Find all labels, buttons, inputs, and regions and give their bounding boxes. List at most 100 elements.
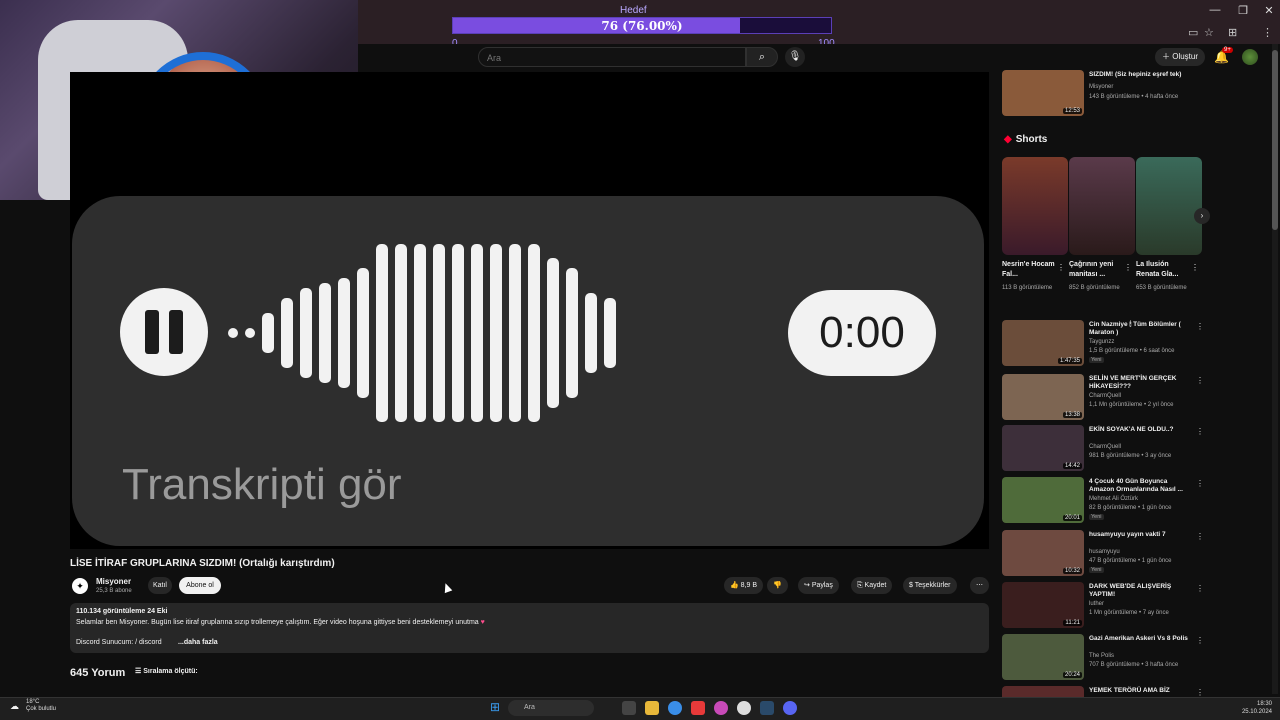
video-meta: 981 B görüntüleme • 3 ay önce [1089,453,1172,459]
shorts-icon: ◆ [1004,134,1012,145]
task-view-icon[interactable] [622,701,636,715]
search-button[interactable]: ⌕ [746,47,778,67]
bookmark-star-icon[interactable]: ☆ [1204,26,1214,39]
kebab-icon[interactable]: ⋮ [1191,263,1199,272]
maximize-icon[interactable]: ❐ [1234,4,1252,17]
kebab-icon[interactable]: ⋮ [1196,636,1204,645]
short-title[interactable]: La Ilusión Renata Gla... [1136,260,1192,280]
kebab-icon[interactable]: ⋮ [1196,322,1204,331]
voice-search-button[interactable]: 🎙 [785,47,805,67]
taskbar-search[interactable]: Ara [508,700,594,716]
subscribe-button[interactable]: Abone ol [179,577,221,594]
short-views: 653 B görüntüleme [1136,285,1187,291]
chrome-icon[interactable] [668,701,682,715]
waveform-bar [528,244,540,422]
waveform-bar [452,244,464,422]
thumbs-up-icon: 👍 [730,582,741,589]
share-button[interactable]: ↪ Paylaş [798,577,839,594]
pause-icon-bar-right [169,310,183,354]
related-video[interactable]: 10:32 husamyuyu yayın vakti 7 husamyuyu 47 … [1002,530,1204,576]
related-video[interactable]: YEMEK TERÖRÜ AMA BİZ ⋮ [1002,686,1202,697]
plus-icon: ＋ [1161,52,1173,61]
page-scrollbar[interactable] [1272,44,1278,694]
install-icon[interactable]: ▭ [1188,26,1198,39]
youtube-icon[interactable] [691,701,705,715]
share-label: Paylaş [811,582,833,589]
system-clock[interactable]: 18:30 25.10.2024 [1236,700,1272,716]
chevron-right-icon[interactable]: › [1194,208,1210,224]
kebab-icon[interactable]: ⋮ [1196,532,1204,541]
video-thumbnail: 1:47:35 [1002,320,1084,366]
windows-start-icon[interactable]: ⊞ [490,700,500,714]
like-button[interactable]: 👍 8,9 B [724,577,764,594]
scrollbar-thumb[interactable] [1272,50,1278,230]
kebab-icon[interactable]: ⋮ [1124,263,1132,272]
related-video[interactable]: 13:38 SELİN VE MERT'İN GERÇEK HİKAYESİ???… [1002,374,1204,420]
dislike-button[interactable]: 👎 [767,577,788,594]
video-meta: 143 B görüntüleme • 4 hafta önce [1089,94,1179,100]
video-title: Gazi Amerikan Askeri Vs 8 Polis [1089,635,1188,642]
extensions-icon[interactable]: ⊞ [1228,26,1237,39]
related-video[interactable]: 14:42 EKİN SOYAK'A NE OLDU..? CharmQuell 98… [1002,425,1204,471]
clock-date: 25.10.2024 [1241,709,1272,715]
save-button[interactable]: ⎘ Kaydet [851,577,893,594]
weather-temp: 18°C [26,699,40,705]
sort-comments-button[interactable]: ☰ Sıralama ölçütü: [135,667,198,675]
minimize-icon[interactable]: — [1206,4,1224,16]
show-more-link[interactable]: ...daha fazla [178,639,218,646]
short-title[interactable]: Çağrının yeni manitası ... [1069,260,1125,280]
more-actions-button[interactable]: ⋯ [970,577,989,594]
thanks-button[interactable]: $ Teşekkürler [903,577,957,594]
kebab-icon[interactable]: ⋮ [1196,427,1204,436]
obs-icon[interactable] [737,701,751,715]
kebab-icon[interactable]: ⋮ [1057,263,1065,272]
more-horizontal-icon: ⋯ [976,582,983,589]
search-box[interactable] [478,47,746,67]
kebab-icon[interactable]: ⋮ [1196,479,1204,488]
discord-line: Discord Sunucum: / discord [76,639,162,646]
related-video[interactable]: 11:21 DARK WEB'DE ALIŞVERİŞ YAPTIM! luther… [1002,582,1204,628]
video-duration: 10:32 [1062,568,1082,574]
waveform-bar [319,283,331,383]
channel-name: The Polis [1089,653,1115,659]
discord-icon[interactable] [783,701,797,715]
short-views: 113 B görüntüleme [1002,285,1053,291]
waveform-bar [357,268,369,398]
short-title[interactable]: Nesrin'e Hocam Fal... [1002,260,1058,280]
menu-kebab-icon[interactable]: ⋮ [1262,26,1273,39]
pause-button[interactable] [120,288,208,376]
kebab-icon[interactable]: ⋮ [1196,688,1202,697]
short-thumbnail[interactable] [1136,157,1202,255]
related-video[interactable]: 20:24 Gazi Amerikan Askeri Vs 8 Polis The … [1002,634,1204,680]
waveform-bar [281,298,293,368]
video-thumbnail: 14:42 [1002,425,1084,471]
waveform-bar [300,288,312,378]
video-title: SIZDIM! (Siz hepiniz eşref tek) [1089,71,1182,78]
channel-name: Misyoner [1089,84,1114,90]
related-video-top[interactable]: 12:53 SIZDIM! (Siz hepiniz eşref tek) Mi… [1002,70,1202,116]
new-badge: Yeni [1089,357,1104,363]
related-video[interactable]: 1:47:35 Cin Nazmiye 🕯 Tüm Bölümler ( Mara… [1002,320,1204,366]
weather-widget[interactable]: 18°C Çok bulutlu [26,699,56,713]
create-button[interactable]: ＋ Oluştur [1155,48,1205,66]
related-video[interactable]: 20:01 4 Çocuk 40 Gün Boyunca Amazon Orman… [1002,477,1204,523]
file-explorer-icon[interactable] [645,701,659,715]
user-avatar[interactable] [1242,49,1258,65]
kebab-icon[interactable]: ⋮ [1196,376,1204,385]
channel-name[interactable]: Misyoner [96,577,131,586]
transcript-link: Transkripti gör [122,460,402,509]
video-thumbnail: 20:24 [1002,634,1084,680]
search-input[interactable] [479,49,745,67]
channel-avatar[interactable]: ✦ [72,578,88,594]
short-thumbnail[interactable] [1069,157,1135,255]
video-title: DARK WEB'DE ALIŞVERİŞ YAPTIM! [1089,583,1172,598]
clock-time: 18:30 [1256,701,1272,707]
video-thumbnail [1002,686,1084,697]
short-thumbnail[interactable] [1002,157,1068,255]
app-icon[interactable] [714,701,728,715]
kebab-icon[interactable]: ⋮ [1196,584,1204,593]
steam-icon[interactable] [760,701,774,715]
close-icon[interactable]: ✕ [1260,4,1278,17]
audio-waveform [228,244,616,422]
join-button[interactable]: Katıl [148,577,172,594]
